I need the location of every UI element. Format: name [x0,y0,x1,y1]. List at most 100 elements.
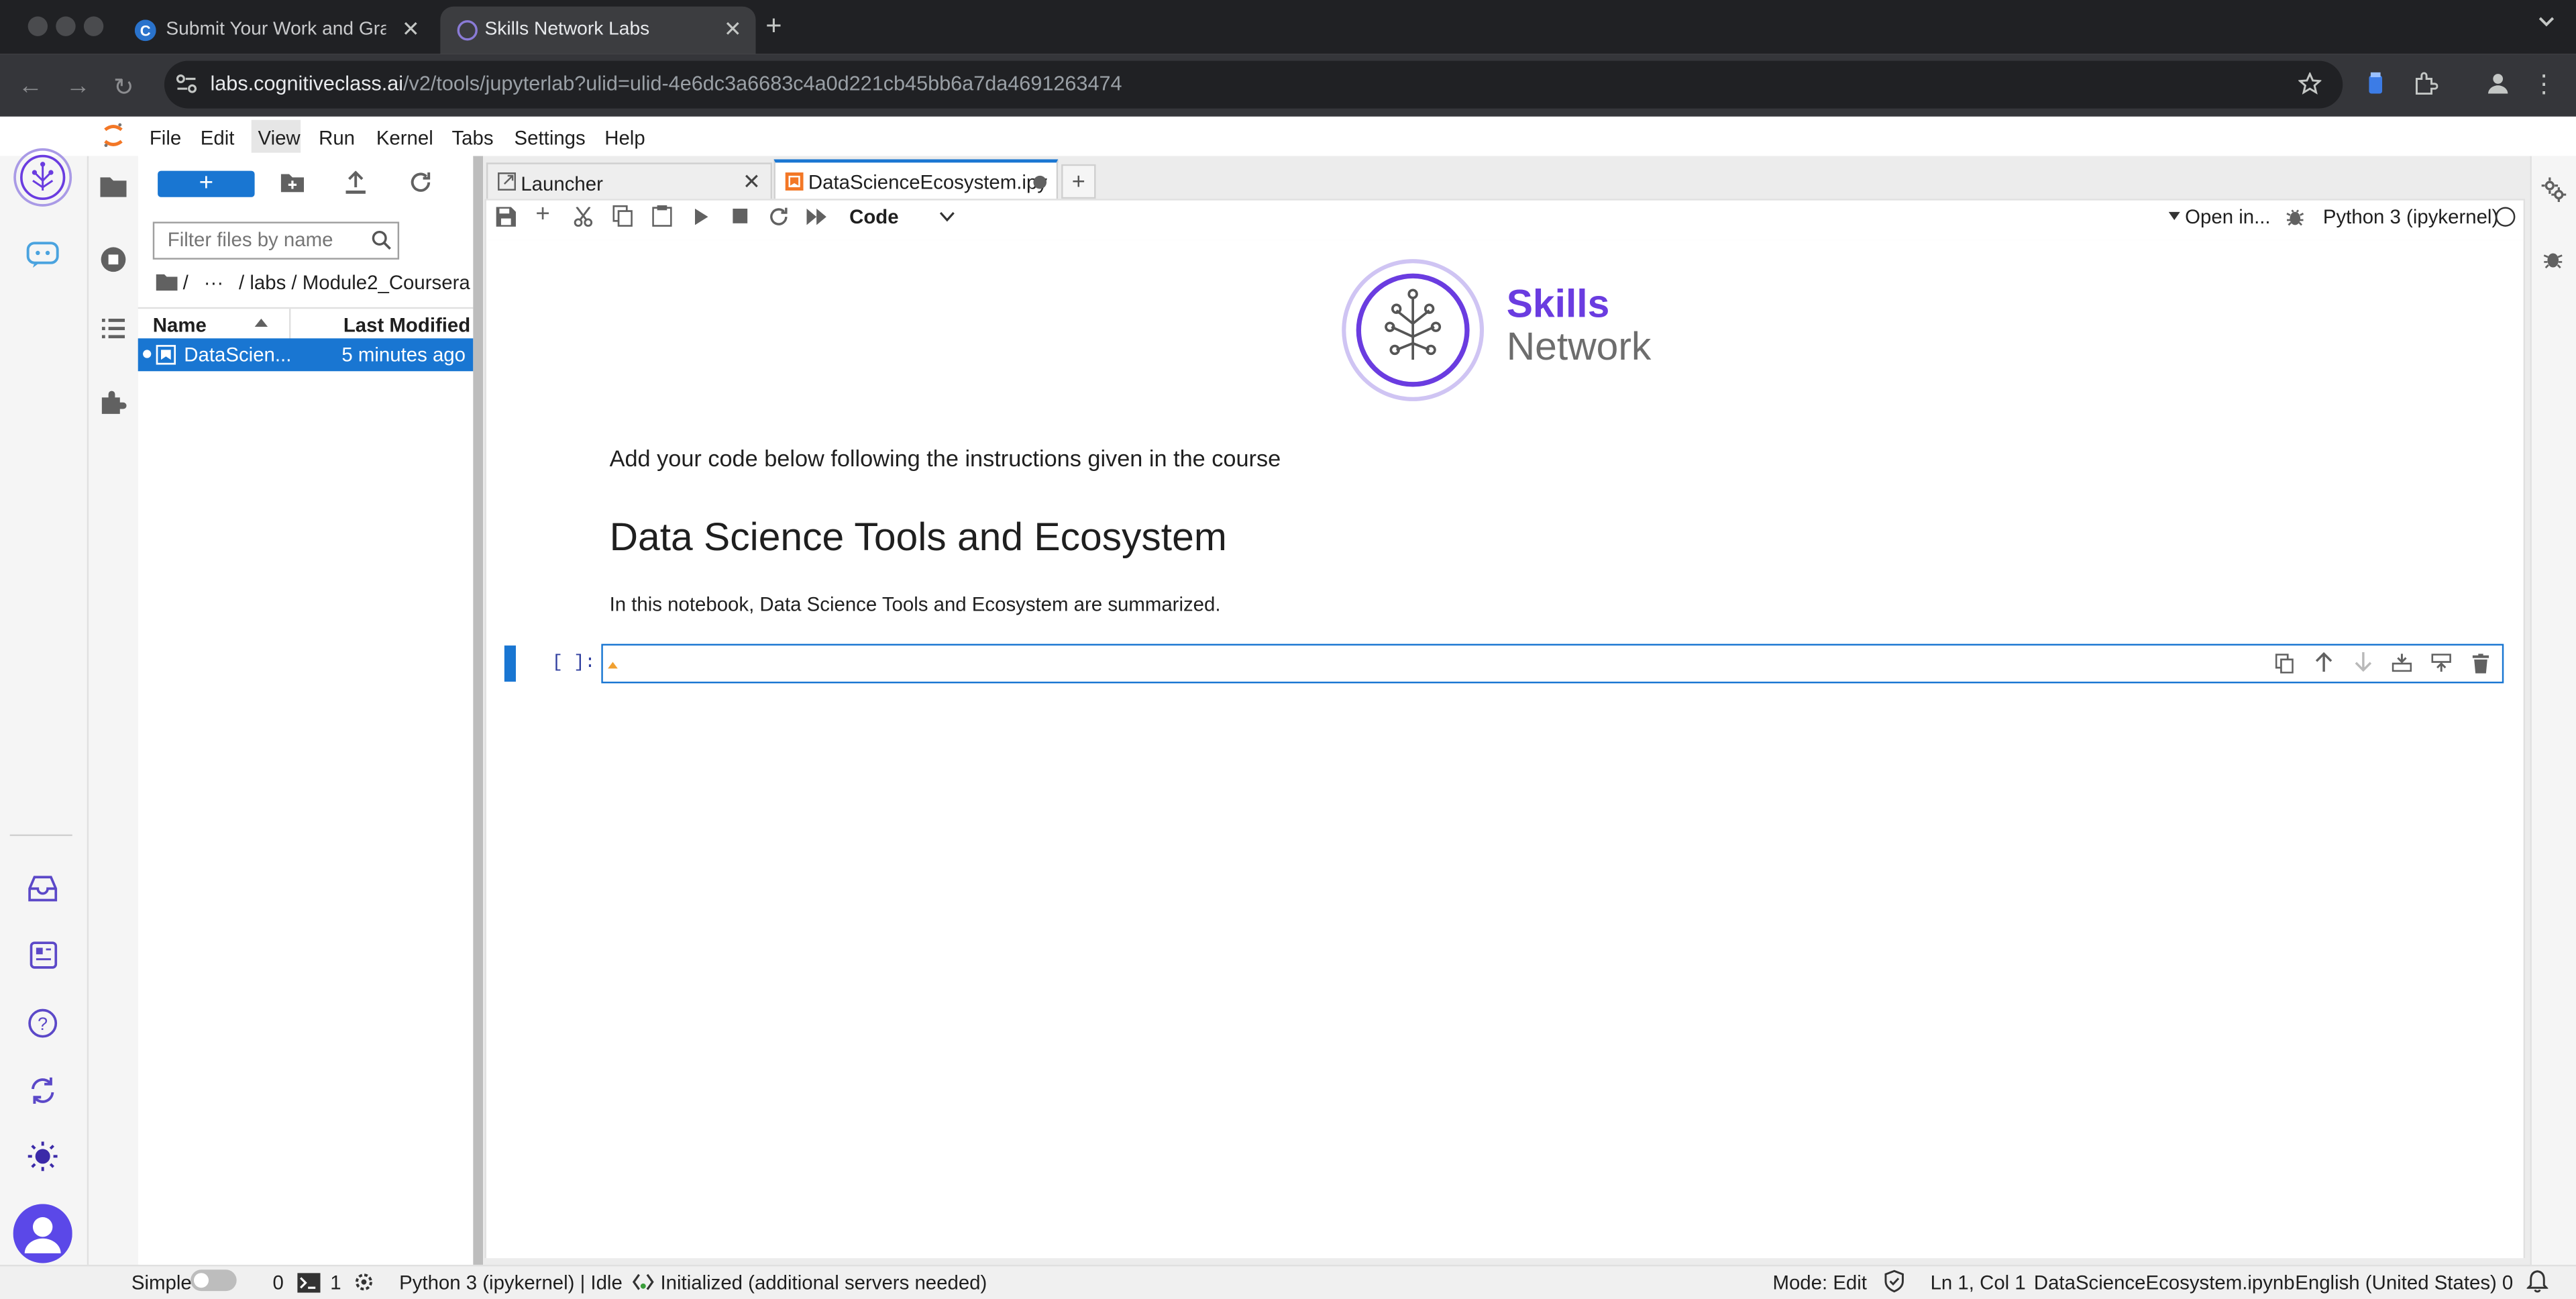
breadcrumb-ellipsis[interactable]: ··· [204,271,223,294]
open-in-button[interactable]: Open in... [2185,205,2270,228]
shield-check-icon[interactable] [1884,1269,1904,1293]
window-zoom-button[interactable] [83,16,104,36]
panel-splitter[interactable] [473,156,484,1265]
news-icon[interactable] [30,941,58,970]
breadcrumb-path[interactable]: / labs / Module2_Coursera / [239,271,481,294]
kernel-count[interactable]: 1 [330,1271,341,1294]
browser-tab-submit[interactable]: C Submit Your Work and Grade ✕ [118,7,433,54]
browser-menu-icon[interactable]: ⋮ [2532,69,2557,99]
chevron-down-icon[interactable] [939,211,955,222]
simple-mode-label: Simple [131,1271,192,1295]
logo-text-network: Network [1506,325,1652,370]
file-filter-field[interactable] [152,221,400,260]
upload-icon[interactable] [345,170,366,194]
forward-icon[interactable]: → [66,72,91,101]
theme-sun-icon[interactable] [28,1141,58,1172]
folder-icon[interactable] [100,176,127,197]
bookmark-star-icon[interactable] [2298,72,2322,95]
menu-settings[interactable]: Settings [515,126,586,149]
fast-forward-icon[interactable] [806,208,828,225]
user-avatar-icon[interactable] [13,1204,72,1263]
display-language[interactable]: English (United States) [2295,1271,2497,1294]
stop-icon[interactable] [733,208,748,223]
column-name[interactable]: Name [153,314,207,337]
cell-type-select[interactable]: Code [849,205,898,228]
bell-icon[interactable] [2526,1269,2548,1293]
file-name: DataScien... [184,343,292,366]
table-of-contents-icon[interactable] [101,318,125,339]
file-filter-input[interactable] [154,223,365,255]
back-icon[interactable]: ← [18,72,43,101]
reload-icon[interactable]: ↻ [113,72,134,102]
breadcrumb: / ··· / labs / Module2_Coursera / [156,271,481,294]
notification-count[interactable]: 0 [2502,1271,2513,1294]
new-tab-icon[interactable]: + [765,10,782,43]
running-sessions-icon[interactable] [100,246,126,272]
active-cell-marker[interactable] [504,645,516,682]
move-up-icon[interactable] [2315,652,2333,672]
menu-file[interactable]: File [150,126,181,149]
coursera-favicon-icon: C [134,19,156,42]
refresh-icon[interactable] [409,171,432,194]
lsp-status[interactable]: Initialized (additional servers needed) [660,1271,987,1294]
chat-assistant-icon[interactable] [26,240,59,269]
menu-help[interactable]: Help [604,126,645,149]
notebook-heading: Data Science Tools and Ecosystem [609,515,1227,560]
skills-network-logo-icon[interactable] [13,148,72,207]
property-inspector-gear-icon[interactable] [2541,177,2567,203]
restart-icon[interactable] [769,207,788,226]
debugger-icon[interactable] [2543,248,2563,270]
tab-notebook[interactable]: DataScienceEcosystem.ipy [773,159,1059,203]
add-tab-button[interactable]: + [1061,164,1096,199]
window-close-button[interactable] [28,16,48,36]
site-info-icon[interactable] [176,74,197,93]
run-icon[interactable] [694,208,708,225]
debugger-bug-icon[interactable] [2286,207,2305,226]
browser-tab-skills[interactable]: Skills Network Labs ✕ [440,6,756,54]
insert-cell-icon[interactable]: + [535,201,549,229]
tab-launcher[interactable]: Launcher ✕ [486,162,773,201]
markdown-intro: Add your code below following the instru… [609,445,1281,472]
paste-icon[interactable] [652,205,672,227]
home-folder-icon[interactable] [156,272,178,291]
new-launcher-button[interactable]: + [158,170,255,197]
inbox-icon[interactable] [28,876,58,902]
close-icon[interactable]: ✕ [743,169,761,195]
running-dot-icon [143,350,152,358]
extension-jar-icon[interactable] [2367,72,2383,95]
extensions-puzzle-icon[interactable] [2414,70,2438,95]
kernel-status[interactable]: Python 3 (ipykernel) | Idle [399,1271,623,1294]
new-folder-icon[interactable] [280,172,305,193]
tab-search-icon[interactable] [2536,11,2556,31]
menu-edit[interactable]: Edit [201,126,235,149]
code-cell-input[interactable] [601,643,2504,684]
extensions-icon[interactable] [100,389,127,415]
sync-icon[interactable] [28,1076,58,1105]
cut-icon[interactable] [574,207,593,227]
simple-mode-toggle[interactable] [191,1269,237,1292]
copy-icon[interactable] [612,205,633,227]
column-last-modified[interactable]: Last Modified [343,314,470,337]
file-list-header: Name Last Modified [138,307,474,342]
kernel-name[interactable]: Python 3 (ipykernel) [2323,205,2498,228]
profile-icon[interactable] [2485,70,2510,95]
move-down-icon[interactable] [2354,652,2372,672]
cursor-position[interactable]: Ln 1, Col 1 [1931,1271,2026,1294]
close-icon[interactable]: ✕ [720,16,746,42]
delete-cell-icon[interactable] [2472,654,2489,674]
unsaved-dot-icon[interactable] [1033,175,1047,189]
duplicate-cell-icon[interactable] [2275,654,2294,674]
help-icon[interactable]: ? [28,1008,58,1038]
breadcrumb-root[interactable]: / [183,271,189,294]
save-icon[interactable] [496,207,516,227]
menu-run[interactable]: Run [319,126,355,149]
menu-tabs[interactable]: Tabs [451,126,493,149]
file-row[interactable]: DataScien... 5 minutes ago [138,338,474,372]
insert-below-icon[interactable] [2392,654,2412,672]
menu-kernel[interactable]: Kernel [376,126,433,149]
window-minimize-button[interactable] [56,16,76,36]
terminal-count[interactable]: 0 [273,1271,284,1294]
insert-above-icon[interactable] [2431,654,2451,672]
menu-view[interactable]: View [258,126,300,149]
close-icon[interactable]: ✕ [398,16,424,42]
